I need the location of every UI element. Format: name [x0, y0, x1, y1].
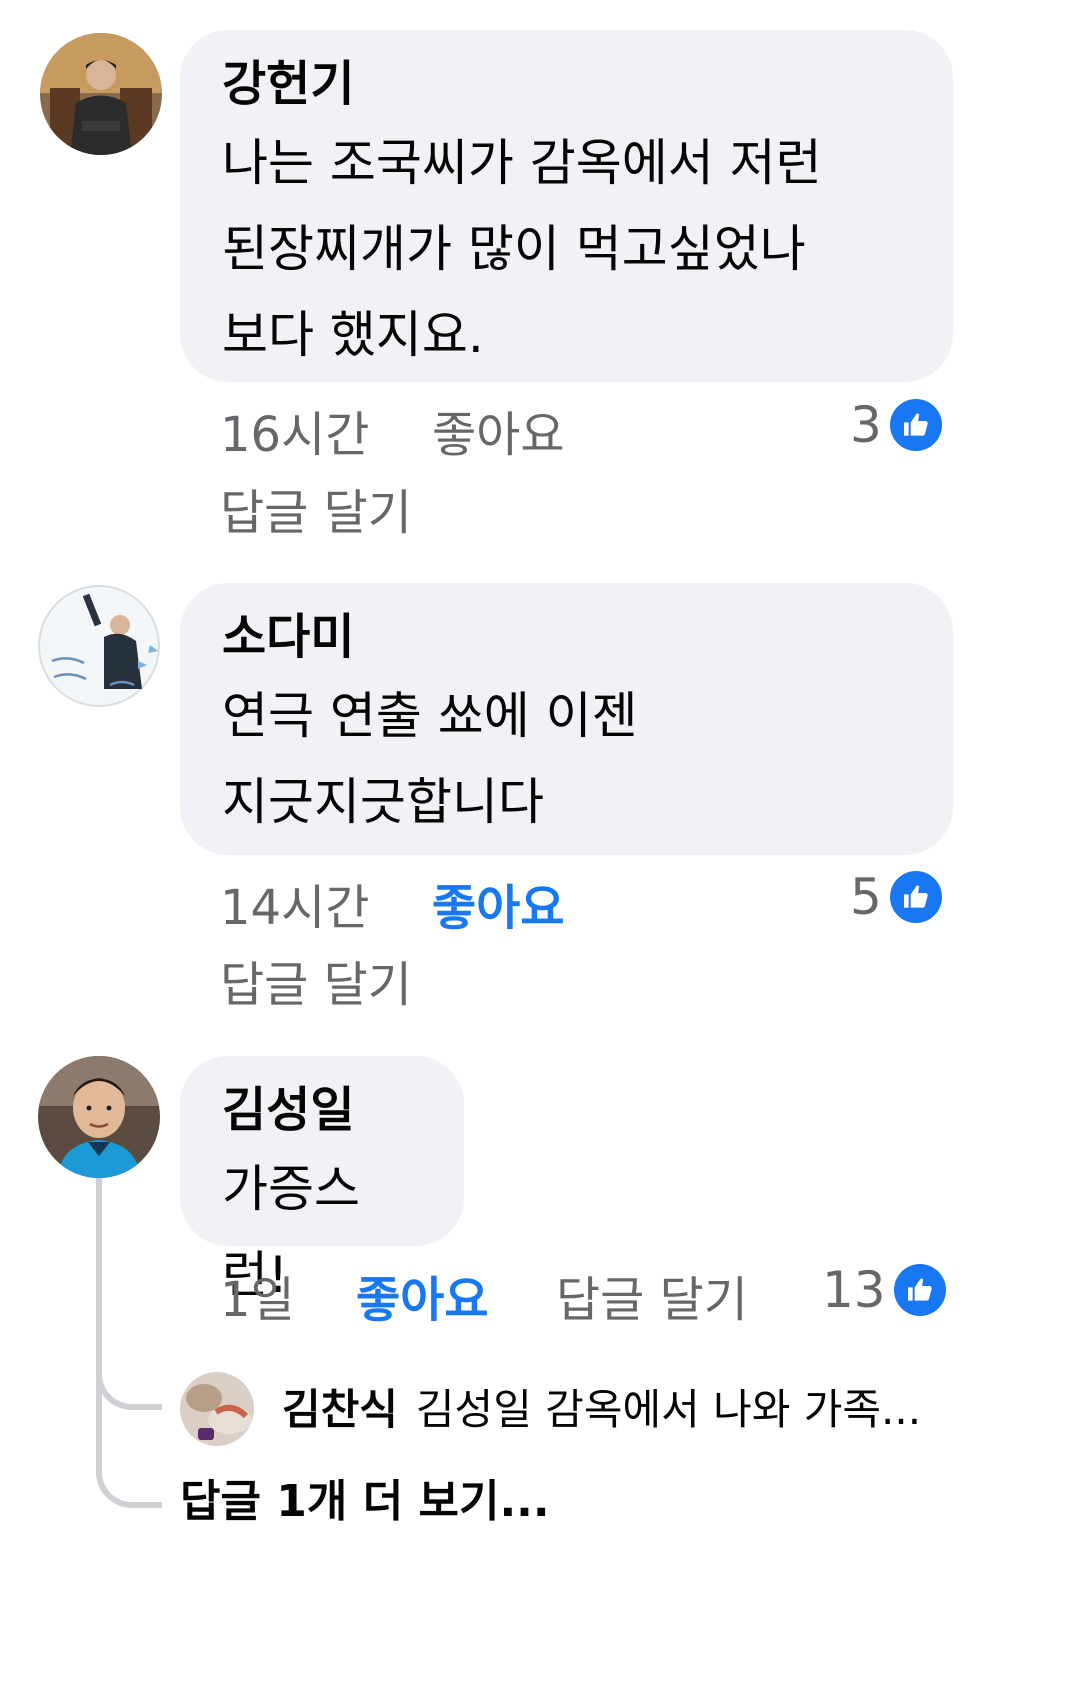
- like-link[interactable]: 좋아요: [432, 878, 564, 938]
- reaction-count: 13: [822, 1261, 886, 1319]
- reaction-count: 3: [850, 396, 882, 454]
- avatar-comment-2[interactable]: [38, 585, 160, 707]
- comment-time[interactable]: 16시간: [220, 405, 369, 465]
- comment-time[interactable]: 14시간: [220, 878, 369, 938]
- like-thumb-icon: [893, 1264, 946, 1316]
- avatar-comment-1[interactable]: [40, 33, 162, 155]
- comment-bubble[interactable]: 소다미 연극 연출 쑈에 이젠 지긋지긋합니다: [180, 583, 953, 855]
- like-thumb-icon: [889, 871, 942, 923]
- reply-link[interactable]: 답글 달기: [556, 1270, 748, 1330]
- like-thumb-icon: [889, 399, 942, 451]
- comment-bubble[interactable]: 강헌기 나는 조국씨가 감옥에서 저런 된장찌개가 많이 먹고싶었나 보다 했지…: [180, 30, 953, 382]
- reaction-summary[interactable]: 3: [850, 395, 942, 455]
- avatar-reply[interactable]: [180, 1372, 254, 1446]
- profile-photo-icon: [180, 1372, 254, 1446]
- profile-photo-icon: [38, 1056, 160, 1178]
- reaction-count: 5: [850, 868, 882, 926]
- reply-text: 김성일 감옥에서 나와 가족...: [415, 1385, 922, 1434]
- like-link[interactable]: 좋아요: [356, 1270, 488, 1330]
- comment-author[interactable]: 김성일: [222, 1076, 422, 1144]
- view-more-replies-link[interactable]: 답글 1개 더 보기...: [180, 1472, 550, 1532]
- comment-bubble[interactable]: 김성일 가증스런!: [180, 1056, 464, 1304]
- reply-author[interactable]: 김찬식: [282, 1380, 398, 1440]
- comments-page: 강헌기 나는 조국씨가 감옥에서 저런 된장찌개가 많이 먹고싶었나 보다 했지…: [0, 0, 1080, 1708]
- reaction-summary[interactable]: 13: [822, 1260, 946, 1320]
- like-link[interactable]: 좋아요: [432, 405, 564, 465]
- comment-text: 나는 조국씨가 감옥에서 저런 된장찌개가 많이 먹고싶었나 보다 했지요.: [222, 134, 822, 364]
- profile-photo-icon: [40, 33, 162, 155]
- comment-author[interactable]: 강헌기: [222, 50, 911, 118]
- thread-connector: [96, 1378, 162, 1508]
- reaction-summary[interactable]: 5: [850, 867, 942, 927]
- profile-photo-icon: [38, 585, 160, 707]
- avatar-comment-3[interactable]: [38, 1056, 160, 1178]
- comment-text: 연극 연출 쑈에 이젠 지긋지긋합니다: [222, 687, 638, 831]
- reply-link[interactable]: 답글 달기: [220, 483, 412, 543]
- comment-time[interactable]: 1일: [220, 1270, 295, 1330]
- reply-preview[interactable]: 김찬식 김성일 감옥에서 나와 가족...: [282, 1380, 921, 1440]
- comment-author[interactable]: 소다미: [222, 603, 911, 671]
- reply-link[interactable]: 답글 달기: [220, 955, 412, 1015]
